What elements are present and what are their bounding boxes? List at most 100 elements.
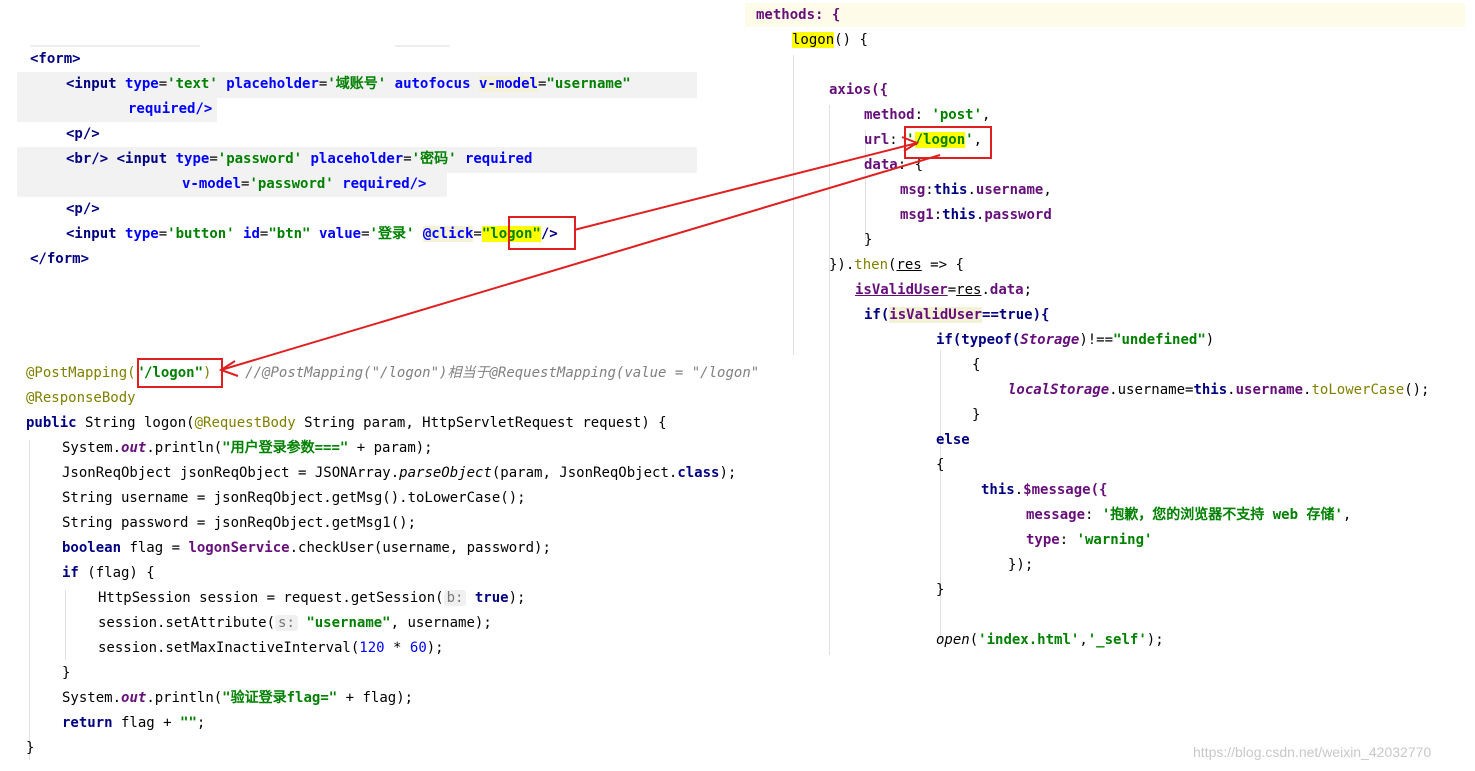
if-keyword: if(	[864, 307, 890, 323]
prop-key: type	[1026, 532, 1060, 548]
p-tag: <p/>	[66, 201, 100, 217]
attr-value: 'button'	[167, 226, 235, 242]
arrow: => {	[921, 257, 964, 273]
brace: }	[972, 407, 981, 423]
brace: }	[936, 582, 945, 598]
punct: ;	[196, 715, 206, 731]
brace: {	[936, 457, 945, 473]
punct: }).	[829, 257, 855, 273]
out-field: out	[121, 690, 147, 706]
res-param: res	[896, 257, 922, 273]
logon-method-name: logon	[792, 32, 835, 48]
attr: v-model	[182, 176, 242, 192]
prop-value: 'post'	[931, 107, 983, 123]
attr-value: '登录'	[369, 226, 415, 242]
brace: }	[864, 232, 873, 248]
input-tag: <input	[116, 151, 168, 167]
method-params: String param, HttpServletRequest request…	[295, 415, 667, 431]
postmapping-annotation: @PostMapping(	[26, 365, 136, 381]
else-keyword: else	[936, 432, 970, 448]
code-line: });	[1008, 556, 1033, 574]
expr: .checkUser(username, password);	[289, 540, 551, 556]
prop-key: message	[1026, 507, 1086, 523]
attr: @click	[422, 226, 474, 242]
responsebody-annotation: @ResponseBody	[26, 390, 136, 406]
out-field: out	[121, 440, 147, 456]
code-line: return flag + "";	[62, 714, 205, 732]
attr-value: '密码'	[411, 151, 457, 167]
code-line: <br/> <input type='password' placeholder…	[66, 151, 533, 167]
code-line: msg1:this.password	[900, 207, 1052, 223]
watermark: https://blog.csdn.net/weixin_42032770	[1193, 744, 1432, 760]
method-signature: String logon(	[76, 415, 195, 431]
code-line: JsonReqObject jsonReqObject = JSONArray.…	[62, 464, 736, 482]
condition: ==true){	[982, 307, 1050, 323]
localstorage-ref: localStorage	[1008, 382, 1110, 398]
code-line: msg:this.username,	[900, 182, 1052, 198]
expr: + param);	[348, 440, 433, 456]
assign: .username=	[1109, 382, 1194, 398]
highlight-box-url-logon	[904, 126, 992, 159]
this-keyword: this	[981, 482, 1015, 498]
code-line: else	[936, 431, 970, 449]
input-tag: <input	[66, 226, 117, 242]
expr: session.setAttribute(	[98, 615, 276, 631]
code-line: isValidUser=res.data;	[855, 282, 1033, 298]
form-close-tag: </form>	[30, 251, 90, 267]
code-line: System.out.println("验证登录flag=" + flag);	[62, 689, 413, 707]
code-line: v-model='password' required/>	[182, 176, 427, 192]
code-line: if(isValidUser==true){	[864, 306, 1049, 324]
code-line: System.out.println("用户登录参数===" + param);	[62, 439, 433, 457]
code-line: logon() {	[792, 31, 868, 49]
brace: }	[62, 665, 71, 681]
code-line: type: 'warning'	[1026, 532, 1153, 548]
code-line: <input type='button' id="btn" value='登录'…	[66, 226, 558, 242]
return-keyword: return	[62, 715, 113, 731]
br-tag: <br/>	[66, 151, 109, 167]
code-line: message: '抱歉，您的浏览器不支持 web 存储',	[1026, 507, 1352, 523]
statement: String username = jsonReqObject.getMsg()…	[62, 490, 526, 506]
string-literal: "验证登录flag="	[222, 690, 338, 706]
expr: JsonReqObject jsonReqObject = JSONArray.	[62, 465, 400, 481]
code-line: </form>	[30, 250, 89, 268]
code-line: }	[936, 581, 944, 599]
punct: );	[508, 590, 526, 606]
number-literal: 60	[409, 640, 427, 656]
highlight-box-click-logon	[508, 216, 576, 250]
parse-object: parseObject	[399, 465, 492, 481]
attr-value: 'password'	[249, 176, 334, 192]
code-line: session.setMaxInactiveInterval(120 * 60)…	[98, 639, 444, 657]
system: System.	[62, 690, 122, 706]
code-line: open('index.html','_self');	[936, 632, 1164, 648]
condition: (flag) {	[78, 565, 155, 581]
punct: );	[426, 640, 444, 656]
code-line: public String logon(@RequestBody String …	[26, 414, 667, 432]
expr: flag =	[121, 540, 189, 556]
string-literal: 'index.html'	[978, 632, 1080, 648]
expr: HttpSession session = request.getSession…	[98, 590, 444, 606]
punct: );	[719, 465, 737, 481]
logon-service: logonService	[188, 540, 290, 556]
code-line: methods: {	[756, 6, 840, 24]
string-literal: "undefined"	[1113, 332, 1206, 348]
code-line: <input type='text' placeholder='域账号' aut…	[66, 76, 631, 92]
code-line: <form>	[30, 50, 81, 68]
prop-key: msg	[900, 182, 926, 198]
attr: type	[175, 151, 210, 167]
code-line: <p/>	[66, 200, 100, 218]
code-line: }	[864, 231, 872, 249]
code-line: @PostMapping("/logon") //@PostMapping("/…	[26, 364, 759, 382]
println: .println(	[146, 690, 223, 706]
attr: id	[243, 226, 260, 242]
statement: String password = jsonReqObject.getMsg1(…	[62, 515, 417, 531]
prop-ref: username	[1235, 382, 1304, 398]
storage-ref: Storage	[1020, 332, 1080, 348]
public-keyword: public	[26, 415, 77, 431]
prop-ref: data	[989, 282, 1024, 298]
code-line: }	[62, 664, 70, 682]
prop-key: method	[864, 107, 915, 123]
var-ref: isValidUser	[889, 307, 983, 323]
attr-value: '域账号'	[327, 76, 387, 92]
attr-value: 'text'	[167, 76, 218, 92]
code-line: axios({	[829, 81, 888, 99]
